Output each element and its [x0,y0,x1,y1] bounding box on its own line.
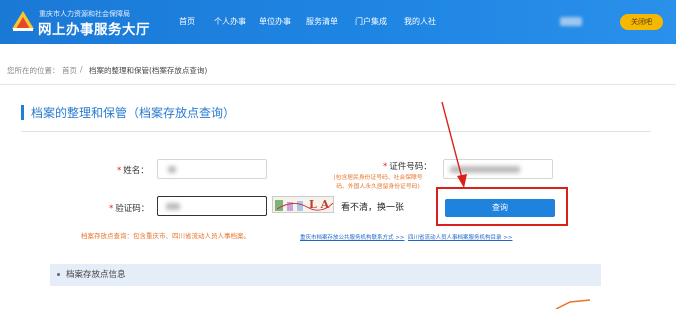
required-mark: * [109,204,114,214]
breadcrumb-separator: / [80,65,83,74]
captcha-text: L A [309,198,330,211]
login-button[interactable]: 关闭吧 [620,14,663,30]
annotation-arrow [555,299,591,309]
annotation-arrows [441,101,591,309]
section-marker [21,105,24,120]
user-name[interactable] [560,17,582,26]
nav-home[interactable]: 首页 [179,0,195,44]
required-mark: * [117,166,122,176]
id-label-text: 证件号码： [389,162,432,172]
id-note-line-2: 码、外国人永久居留身份证号码) [336,184,420,190]
bullet-icon [57,273,60,276]
page-title: 档案的整理和保管（档案存放点查询） [31,106,236,120]
query-button[interactable]: 查询 [445,199,555,217]
redacted-value [168,166,176,173]
breadcrumb-current: 档案的整理和保管(档案存放点查询) [89,66,208,75]
captcha-image[interactable]: L A [272,196,334,213]
breadcrumb-prefix: 您所在的位置： [7,66,60,75]
top-header: 重庆市人力资源和社会保障局 网上办事服务大厅 首页 个人办事 单位办事 服务清单… [0,0,676,44]
info-panel [50,264,601,286]
divider [21,131,651,132]
nav-service-list[interactable]: 服务清单 [306,0,338,44]
nav-portal[interactable]: 门户集成 [355,0,387,44]
logo-icon [12,11,34,31]
captcha-input[interactable] [157,196,267,216]
panel-title: 档案存放点信息 [66,270,126,280]
id-number-input[interactable] [443,159,553,179]
breadcrumb-home[interactable]: 首页 [62,65,77,76]
id-label: * 证件号码： [383,160,432,172]
nav-personal[interactable]: 个人办事 [214,0,246,44]
divider [0,84,676,85]
site-name: 网上办事服务大厅 [38,22,150,38]
nav-my[interactable]: 我的人社 [404,0,436,44]
id-note-line-1: (包含居民身份证号码、社会保障号 [333,175,423,181]
cq-contact-link[interactable]: 重庆市档案存放公共服务机构联系方式 >> [300,233,404,241]
query-tip: 档案存放点查询：包含重庆市、四川省流动人员人事档案。 [81,232,250,240]
captcha-refresh-link[interactable]: 看不清，换一张 [341,200,404,213]
name-input[interactable] [157,159,267,179]
nav-unit[interactable]: 单位办事 [259,0,291,44]
required-mark: * [383,162,388,172]
name-label: * 姓名： [117,164,149,176]
redacted-value [166,203,180,210]
captcha-label: * 验证码： [109,202,149,214]
name-label-text: 姓名： [123,166,149,176]
captcha-label-text: 验证码： [115,204,150,214]
sc-directory-link[interactable]: 四川省流动人员人事档案服务机构目录 >> [408,233,512,241]
redacted-value [450,166,520,173]
